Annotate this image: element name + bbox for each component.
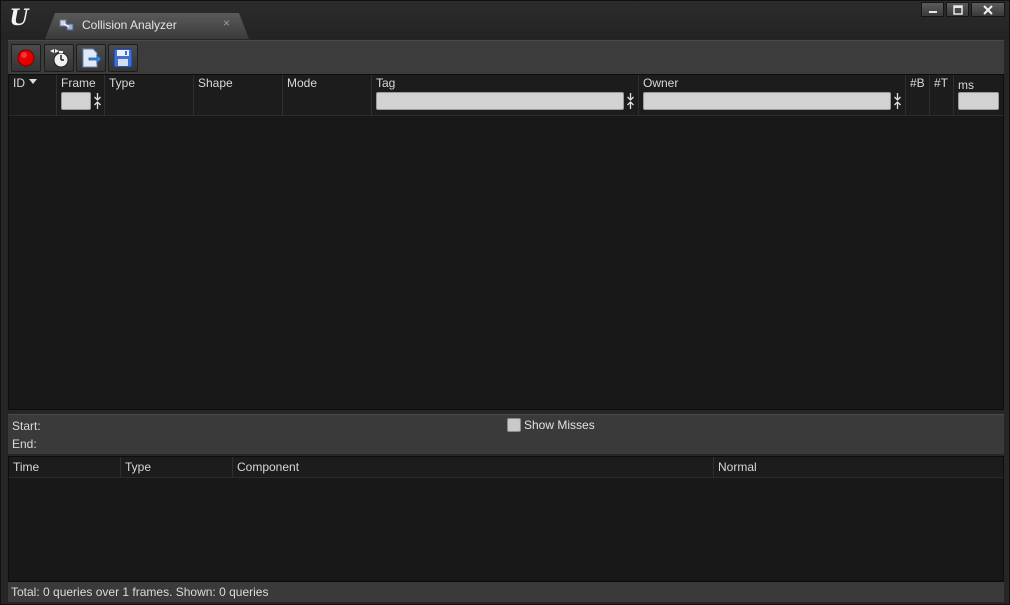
hits-column-time-label: Time bbox=[13, 460, 40, 474]
query-table-body[interactable] bbox=[9, 116, 1003, 409]
show-misses-toggle[interactable]: Show Misses bbox=[507, 418, 595, 432]
owner-spin-icon[interactable] bbox=[893, 92, 902, 110]
window-controls bbox=[921, 2, 1005, 17]
show-misses-label: Show Misses bbox=[524, 418, 595, 432]
column-owner[interactable]: Owner bbox=[639, 75, 906, 116]
hits-table-header: Time Type Component Normal bbox=[9, 457, 1003, 478]
hits-column-component[interactable]: Component bbox=[233, 457, 714, 478]
hits-table: Time Type Component Normal bbox=[8, 456, 1004, 582]
collision-analyzer-icon bbox=[59, 18, 75, 32]
hits-column-normal-label: Normal bbox=[718, 460, 757, 474]
column-ms-label: ms bbox=[958, 78, 974, 92]
close-button[interactable] bbox=[971, 2, 1005, 17]
ms-filter-input[interactable] bbox=[958, 92, 999, 110]
minimize-button[interactable] bbox=[921, 2, 944, 17]
column-tag[interactable]: Tag bbox=[372, 75, 639, 116]
tab-label: Collision Analyzer bbox=[82, 18, 177, 32]
column-id-label: ID bbox=[13, 76, 25, 90]
column-shape-label: Shape bbox=[198, 76, 233, 90]
status-text: Total: 0 queries over 1 frames. Shown: 0… bbox=[11, 585, 269, 599]
end-label: End: bbox=[12, 437, 37, 451]
collision-analyzer-window: U Collision Analyzer × ID Frame Type Sha… bbox=[0, 0, 1010, 605]
hits-column-time[interactable]: Time bbox=[9, 457, 121, 478]
tag-filter-input[interactable] bbox=[376, 92, 624, 110]
title-bar[interactable]: U Collision Analyzer × bbox=[1, 1, 1009, 39]
frame-filter-input[interactable] bbox=[61, 92, 91, 110]
status-bar: Total: 0 queries over 1 frames. Shown: 0… bbox=[8, 582, 1004, 602]
column-type-label: Type bbox=[109, 76, 136, 90]
column-mode-label: Mode bbox=[287, 76, 318, 90]
start-label: Start: bbox=[12, 419, 41, 433]
close-icon bbox=[983, 4, 993, 15]
minimize-icon bbox=[928, 10, 937, 13]
save-button[interactable] bbox=[108, 44, 138, 72]
unreal-logo-icon: U bbox=[9, 5, 29, 31]
query-table: ID Frame Type Shape Mode Tag Owner #B #T… bbox=[8, 74, 1004, 410]
column-ms[interactable]: ms bbox=[954, 75, 1003, 116]
column-shape[interactable]: Shape bbox=[194, 75, 283, 116]
column-owner-label: Owner bbox=[643, 76, 679, 90]
query-table-header: ID Frame Type Shape Mode Tag Owner #B #T… bbox=[9, 75, 1003, 116]
column-touching-hits[interactable]: #T bbox=[930, 75, 954, 116]
query-details-panel: Start: End: Show Misses bbox=[8, 414, 1004, 454]
record-icon bbox=[17, 49, 35, 67]
column-tag-label: Tag bbox=[376, 76, 396, 90]
hits-column-normal[interactable]: Normal bbox=[714, 457, 1003, 478]
hits-table-body[interactable] bbox=[9, 478, 1003, 581]
record-button[interactable] bbox=[11, 44, 41, 72]
toolbar bbox=[8, 40, 1004, 74]
hits-column-component-label: Component bbox=[237, 460, 300, 474]
load-file-icon bbox=[82, 48, 102, 68]
frame-spin-icon[interactable] bbox=[93, 92, 102, 110]
load-button[interactable] bbox=[76, 44, 106, 72]
tab-close-icon[interactable]: × bbox=[223, 16, 230, 30]
save-icon bbox=[113, 48, 133, 68]
tag-spin-icon[interactable] bbox=[626, 92, 635, 110]
tab-collision-analyzer[interactable]: Collision Analyzer × bbox=[45, 13, 249, 39]
hits-column-type-label: Type bbox=[125, 460, 152, 474]
column-frame-label: Frame bbox=[61, 76, 96, 90]
maximize-icon bbox=[952, 4, 963, 15]
column-touching-hits-label: #T bbox=[934, 76, 949, 90]
owner-filter-input[interactable] bbox=[643, 92, 891, 110]
sort-descending-icon bbox=[29, 79, 37, 84]
column-blocking-hits[interactable]: #B bbox=[906, 75, 930, 116]
column-mode[interactable]: Mode bbox=[283, 75, 372, 116]
timer-icon bbox=[50, 49, 69, 68]
show-misses-checkbox[interactable] bbox=[507, 418, 521, 432]
column-blocking-hits-label: #B bbox=[910, 76, 925, 90]
column-type[interactable]: Type bbox=[105, 75, 194, 116]
timer-button[interactable] bbox=[44, 44, 74, 72]
column-frame[interactable]: Frame bbox=[57, 75, 105, 116]
hits-column-type[interactable]: Type bbox=[121, 457, 233, 478]
column-id[interactable]: ID bbox=[9, 75, 57, 116]
maximize-button[interactable] bbox=[946, 2, 969, 17]
